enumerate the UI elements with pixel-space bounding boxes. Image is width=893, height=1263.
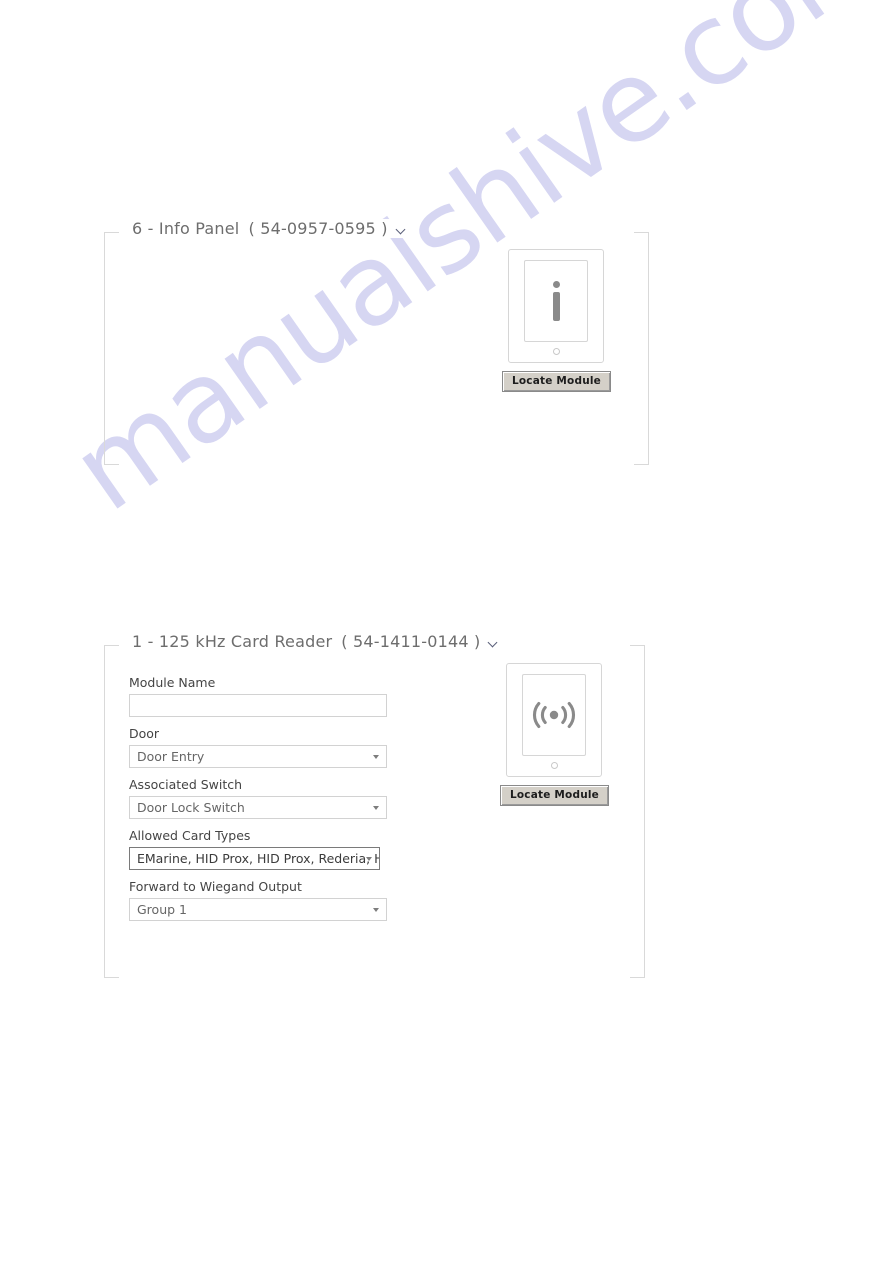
chevron-down-icon[interactable] <box>489 638 498 647</box>
field-associated-switch: Associated Switch Door Lock Switch <box>129 777 387 819</box>
module-faceplate <box>508 249 605 363</box>
panel-corner-bottom-right <box>630 977 644 978</box>
info-icon-bar <box>552 292 560 321</box>
panel-corner-bottom-right <box>634 464 648 465</box>
module-name-input[interactable] <box>129 694 387 717</box>
module-faceplate <box>506 663 603 777</box>
forward-to-wiegand-output-select-value: Group 1 <box>137 902 187 917</box>
panel-corner-top-right <box>634 232 648 233</box>
panel-corner-top-right <box>630 645 644 646</box>
locate-module-button-card-reader[interactable]: Locate Module <box>500 785 609 806</box>
panel-title-text: 1 - 125 kHz Card Reader <box>132 632 333 651</box>
door-select-value: Door Entry <box>137 749 205 764</box>
rfid-wave-icon <box>533 701 576 729</box>
module-panel-info: 6 - Info Panel ( 54-0957-0595 ) Locate M… <box>104 219 649 465</box>
field-allowed-card-types: Allowed Card Types EMarine, HID Prox, HI… <box>129 828 387 870</box>
field-forward-to-wiegand-output: Forward to Wiegand Output Group 1 <box>129 879 387 921</box>
module-inner-plate <box>524 260 589 342</box>
allowed-card-types-select-value: EMarine, HID Prox, HID Prox, Rederia, H <box>137 851 380 866</box>
panel-title-text: 6 - Info Panel <box>132 219 240 238</box>
panel-corner-top-left <box>105 232 119 233</box>
panel-header-card-reader[interactable]: 1 - 125 kHz Card Reader ( 54-1411-0144 ) <box>128 632 505 651</box>
module-visual-info: Locate Module <box>502 249 611 392</box>
panel-serial-number: ( 54-0957-0595 ) <box>248 219 388 238</box>
chevron-down-icon <box>373 908 379 912</box>
field-label-door: Door <box>129 726 160 741</box>
locate-module-button-info[interactable]: Locate Module <box>502 371 611 392</box>
associated-switch-select[interactable]: Door Lock Switch <box>129 796 387 819</box>
field-module-name: Module Name <box>129 675 387 717</box>
field-label-associated-switch: Associated Switch <box>129 777 243 792</box>
panel-corner-bottom-left <box>105 977 119 978</box>
chevron-down-icon <box>366 857 372 861</box>
chevron-down-icon <box>373 806 379 810</box>
chevron-down-icon <box>373 755 379 759</box>
panel-serial-number: ( 54-1411-0144 ) <box>341 632 481 651</box>
module-led-indicator <box>553 348 561 355</box>
field-label-allowed-card-types: Allowed Card Types <box>129 828 251 843</box>
forward-to-wiegand-output-select[interactable]: Group 1 <box>129 898 387 921</box>
allowed-card-types-select[interactable]: EMarine, HID Prox, HID Prox, Rederia, H <box>129 847 380 870</box>
field-door: Door Door Entry <box>129 726 387 768</box>
panel-corner-bottom-left <box>105 464 119 465</box>
card-reader-form: Module Name Door Door Entry Associated S… <box>129 675 387 930</box>
module-panel-card-reader: 1 - 125 kHz Card Reader ( 54-1411-0144 )… <box>104 632 645 978</box>
panel-header-info[interactable]: 6 - Info Panel ( 54-0957-0595 ) <box>128 219 412 238</box>
panel-corner-top-left <box>105 645 119 646</box>
field-label-module-name: Module Name <box>129 675 216 690</box>
info-icon-dot <box>552 281 560 288</box>
chevron-down-icon[interactable] <box>397 225 406 234</box>
door-select[interactable]: Door Entry <box>129 745 387 768</box>
field-label-forward-to-wiegand-output: Forward to Wiegand Output <box>129 879 302 894</box>
module-led-indicator <box>551 762 559 769</box>
info-icon <box>552 281 560 321</box>
associated-switch-select-value: Door Lock Switch <box>137 800 245 815</box>
module-visual-card-reader: Locate Module <box>500 663 609 806</box>
module-inner-plate <box>522 674 587 756</box>
